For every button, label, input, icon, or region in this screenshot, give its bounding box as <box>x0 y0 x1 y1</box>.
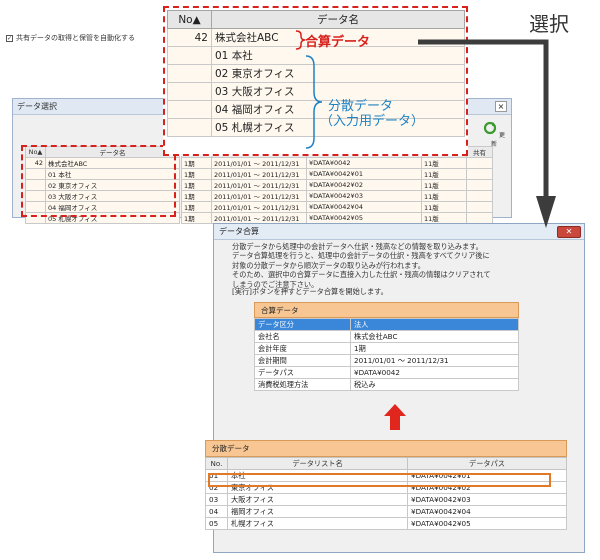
dist-panel-title: 分散データ <box>205 440 567 457</box>
auto-share-checkbox-label: 共有データの取得と保管を自動化する <box>16 34 135 42</box>
merge-description: 分散データから処理中の会計データへ仕訳・残高などの情報を取り込みます。 データ合… <box>232 242 491 289</box>
data-detail-table: 共有 1期 2011/01/01 ～ 2011/12/31 ¥DATA¥0042 11… <box>181 146 493 224</box>
select-label: 選択 <box>529 12 569 36</box>
table-row[interactable]: 会社名 株式会社ABC <box>254 330 519 343</box>
col-header-dataname[interactable]: データ名 <box>211 10 465 29</box>
col-header-no[interactable]: No▲ <box>167 10 212 29</box>
close-button[interactable]: ✕ <box>557 226 581 238</box>
distributed-data-panel: 分散データ No. データリスト名 データパス 01 本社 ¥DATA¥0042¥0… <box>205 440 567 530</box>
table-row[interactable]: データ区分 法人 <box>254 318 519 331</box>
update-button[interactable]: 更新 <box>483 121 505 148</box>
table-row[interactable]: 02 東京オフィス <box>167 64 465 83</box>
col-header-listname[interactable]: データリスト名 <box>227 457 408 470</box>
table-row[interactable]: 1期 2011/01/01 ～ 2011/12/31 ¥DATA¥0042¥01 11… <box>181 168 493 180</box>
col-header-path[interactable]: データパス <box>407 457 567 470</box>
close-icon[interactable]: × <box>495 101 507 112</box>
merge-panel-title: 合算データ <box>254 302 519 318</box>
merge-properties-table: データ区分 法人 会社名 株式会社ABC 会計年度 1期 会計期間 2011/01/01… <box>254 318 519 391</box>
table-row[interactable]: 04 福岡オフィス ¥DATA¥0042¥04 <box>205 505 567 518</box>
merge-data-panel: 合算データ データ区分 法人 会社名 株式会社ABC 会計年度 1期 会計期間 2011… <box>254 302 519 391</box>
table-row[interactable]: 01 本社 ¥DATA¥0042¥01 <box>205 469 567 482</box>
col-header-shared[interactable]: 共有 <box>466 146 493 158</box>
table-row[interactable]: 消費税処理方法 税込み <box>254 378 519 391</box>
distributed-data-table: No. データリスト名 データパス 01 本社 ¥DATA¥0042¥01 02 東京… <box>205 457 567 530</box>
table-row[interactable]: 03 大阪オフィス <box>167 82 465 101</box>
up-arrow-icon <box>384 404 406 430</box>
small-selection-dashed-box <box>21 145 176 217</box>
data-merge-titlebar: データ合算 <box>214 224 584 240</box>
col-header-no[interactable]: No. <box>205 457 228 470</box>
table-row[interactable]: 05 札幌オフィス ¥DATA¥0042¥05 <box>205 517 567 530</box>
table-row[interactable]: 1期 2011/01/01 ～ 2011/12/31 ¥DATA¥0042¥03 11… <box>181 190 493 202</box>
refresh-icon <box>483 121 497 135</box>
table-row[interactable]: 1期 2011/01/01 ～ 2011/12/31 ¥DATA¥0042 11版 <box>181 157 493 169</box>
enlarged-data-list-callout: No▲ データ名 42 株式会社ABC 01 本社 02 東京オフィス 03 大阪… <box>163 6 468 156</box>
run-instruction: [実行]ボタンを押すとデータ合算を開始します。 <box>232 287 388 296</box>
checkbox-checked-icon[interactable]: ✓ <box>6 34 13 42</box>
table-row[interactable]: 1期 2011/01/01 ～ 2011/12/31 ¥DATA¥0042¥05 11… <box>181 212 493 224</box>
table-row[interactable]: データパス ¥DATA¥0042 <box>254 366 519 379</box>
auto-share-checkbox-row[interactable]: ✓ 共有データの取得と保管を自動化する <box>6 33 135 43</box>
table-row[interactable]: 会計年度 1期 <box>254 342 519 355</box>
table-row[interactable]: 1期 2011/01/01 ～ 2011/12/31 ¥DATA¥0042¥02 11… <box>181 179 493 191</box>
table-row[interactable]: 03 大阪オフィス ¥DATA¥0042¥03 <box>205 493 567 506</box>
table-row[interactable]: 1期 2011/01/01 ～ 2011/12/31 ¥DATA¥0042¥04 11… <box>181 201 493 213</box>
input-data-label: （入力用データ） <box>320 114 425 129</box>
table-row[interactable]: 会計期間 2011/01/01 ～ 2011/12/31 <box>254 354 519 367</box>
merge-data-label: 合算データ <box>305 35 371 50</box>
table-row[interactable]: 02 東京オフィス ¥DATA¥0042¥02 <box>205 481 567 494</box>
